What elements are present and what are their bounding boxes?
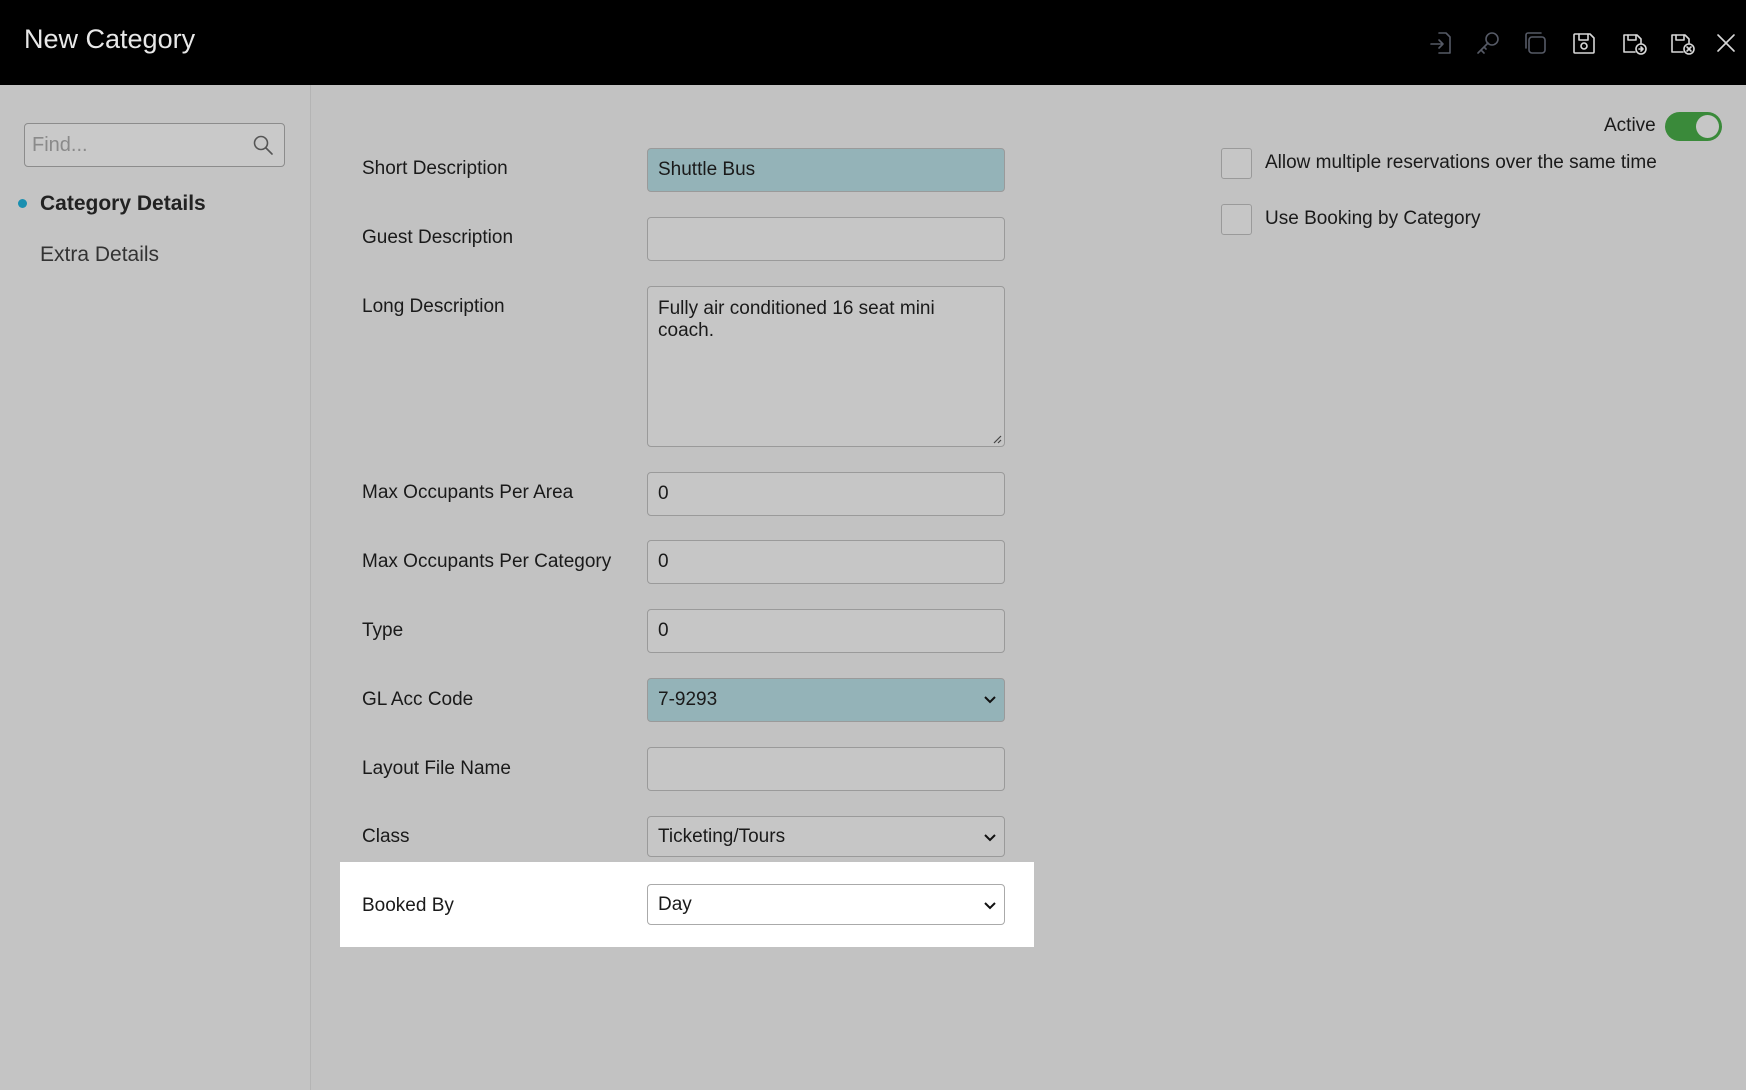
save-and-close-icon [1671, 34, 1695, 55]
copy-icon [1525, 32, 1546, 54]
class-select[interactable]: Ticketing/Tours [647, 816, 1005, 857]
save-icon [1573, 33, 1595, 54]
sidebar-item-category-details[interactable]: Category Details [40, 192, 206, 216]
active-label: Active [1604, 115, 1656, 136]
main-panel: Short Description Shuttle Bus Guest Desc… [312, 85, 1746, 1090]
guest-description-field[interactable] [647, 217, 1005, 261]
search-box [24, 123, 285, 167]
save-and-new-icon [1623, 34, 1647, 55]
layout-file-name-field[interactable] [647, 747, 1005, 791]
short-description-label: Short Description [362, 158, 508, 179]
close-button[interactable] [1709, 26, 1743, 60]
type-label: Type [362, 620, 404, 641]
resize-handle-icon[interactable] [992, 434, 1002, 444]
title-bar: New Category [0, 0, 1746, 85]
class-value: Ticketing/Tours [658, 825, 786, 847]
active-toggle[interactable] [1665, 112, 1722, 141]
gl-acc-code-value: 7-9293 [658, 689, 718, 710]
allow-multiple-checkbox[interactable] [1221, 148, 1252, 179]
search-input[interactable] [25, 124, 245, 166]
chevron-down-icon [984, 834, 996, 842]
gl-acc-code-label: GL Acc Code [362, 689, 474, 710]
long-description-label: Long Description [362, 296, 505, 317]
booking-by-category-label: Use Booking by Category [1265, 208, 1481, 229]
window-title: New Category [24, 24, 196, 54]
gl-acc-code-select[interactable]: 7-9293 [647, 678, 1005, 722]
save-and-new-button[interactable] [1617, 26, 1651, 60]
save-button[interactable] [1567, 26, 1601, 60]
max-occupants-category-label: Max Occupants Per Category [362, 551, 612, 572]
import-button[interactable] [1424, 26, 1458, 60]
sidebar: Category Details Extra Details [0, 85, 311, 1090]
active-indicator [18, 199, 27, 208]
guest-description-label: Guest Description [362, 227, 514, 248]
save-and-close-button[interactable] [1665, 26, 1699, 60]
max-occupants-area-field[interactable]: 0 [647, 472, 1005, 516]
copy-button[interactable] [1518, 26, 1552, 60]
type-field[interactable]: 0 [647, 609, 1005, 653]
booked-by-select[interactable]: Day [647, 884, 1005, 925]
booking-by-category-checkbox[interactable] [1221, 204, 1252, 235]
long-description-field[interactable]: Fully air conditioned 16 seat mini coach… [647, 286, 1005, 447]
long-description-text: Fully air conditioned 16 seat mini coach… [658, 298, 935, 341]
max-occupants-area-label: Max Occupants Per Area [362, 482, 574, 503]
max-occupants-category-field[interactable]: 0 [647, 540, 1005, 584]
class-label: Class [362, 826, 410, 847]
close-icon [1717, 34, 1735, 52]
sidebar-item-extra-details[interactable]: Extra Details [40, 243, 159, 267]
layout-file-name-label: Layout File Name [362, 758, 511, 779]
allow-multiple-label: Allow multiple reservations over the sam… [1265, 152, 1657, 173]
key-icon [1477, 32, 1499, 54]
toggle-knob [1696, 115, 1719, 138]
booked-by-value: Day [658, 893, 692, 915]
search-icon[interactable] [252, 134, 274, 156]
chevron-down-icon [984, 902, 996, 910]
key-button[interactable] [1471, 26, 1505, 60]
chevron-down-icon [984, 696, 996, 704]
short-description-field[interactable]: Shuttle Bus [647, 148, 1005, 192]
import-icon [1430, 32, 1451, 54]
booked-by-label: Booked By [362, 895, 454, 916]
